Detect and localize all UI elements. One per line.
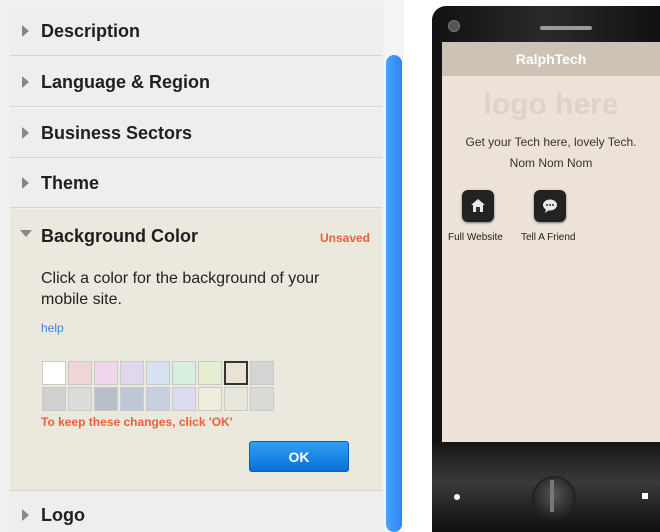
color-swatch[interactable]	[198, 387, 222, 411]
home-icon	[471, 199, 485, 212]
instruction-text: Click a color for the background of your…	[41, 270, 320, 308]
color-swatch[interactable]	[172, 387, 196, 411]
section-logo[interactable]: Logo	[10, 491, 382, 532]
section-background-color: Background Color Unsaved Click a color f…	[10, 209, 382, 491]
color-swatch[interactable]	[250, 361, 274, 385]
phone-preview: RalphTech logo here Get your Tech here, …	[432, 6, 660, 532]
section-language-region[interactable]: Language & Region	[10, 58, 382, 107]
camera-icon	[448, 20, 460, 32]
expand-arrow-icon	[22, 76, 29, 88]
expand-arrow-icon	[22, 25, 29, 37]
color-swatch[interactable]	[224, 387, 248, 411]
app-label: Full Website	[448, 232, 503, 243]
ok-button[interactable]: OK	[249, 441, 349, 472]
expand-arrow-icon	[22, 127, 29, 139]
back-key-icon[interactable]	[454, 494, 460, 500]
phone-bottom-bezel	[432, 442, 660, 532]
site-tagline: Get your Tech here, lovely Tech. Nom Nom…	[465, 135, 637, 170]
settings-panel: Description Language & Region Business S…	[0, 0, 385, 532]
section-theme[interactable]: Theme	[10, 159, 382, 208]
section-label: Theme	[41, 173, 100, 193]
section-label: Logo	[41, 505, 85, 525]
color-swatch[interactable]	[146, 361, 170, 385]
section-label: Business Sectors	[41, 123, 193, 143]
color-swatch[interactable]	[224, 361, 248, 385]
section-business-sectors[interactable]: Business Sectors	[10, 109, 382, 158]
color-swatch[interactable]	[68, 361, 92, 385]
phone-screen: RalphTech logo here Get your Tech here, …	[442, 42, 660, 442]
home-knob-icon[interactable]	[532, 476, 576, 520]
color-swatch[interactable]	[120, 387, 144, 411]
unsaved-badge: Unsaved	[319, 231, 370, 245]
color-swatch[interactable]	[120, 361, 144, 385]
color-swatch[interactable]	[198, 361, 222, 385]
color-swatch[interactable]	[94, 387, 118, 411]
section-description[interactable]: Description	[10, 7, 382, 56]
color-swatch[interactable]	[42, 361, 66, 385]
full-website-button[interactable]	[462, 190, 494, 222]
swatch-row	[42, 387, 292, 411]
knob-indicator	[550, 480, 554, 512]
scrollbar-thumb[interactable]	[386, 55, 402, 532]
collapse-arrow-icon[interactable]	[20, 230, 32, 237]
color-swatch-grid	[42, 361, 292, 413]
color-swatch[interactable]	[250, 387, 274, 411]
section-title[interactable]: Background Color	[41, 226, 198, 247]
color-swatch[interactable]	[94, 361, 118, 385]
color-swatch[interactable]	[42, 387, 66, 411]
section-label: Language & Region	[41, 72, 211, 92]
color-swatch[interactable]	[172, 361, 196, 385]
site-header: RalphTech	[442, 42, 660, 76]
menu-key-icon[interactable]	[642, 493, 648, 499]
expand-arrow-icon	[22, 509, 29, 521]
tell-a-friend-button[interactable]	[534, 190, 566, 222]
color-swatch[interactable]	[68, 387, 92, 411]
help-link[interactable]: help	[41, 321, 64, 335]
logo-placeholder: logo here	[483, 88, 619, 121]
section-label: Description	[41, 21, 141, 41]
swatch-row	[42, 361, 292, 385]
expand-arrow-icon	[22, 177, 29, 189]
keep-changes-message: To keep these changes, click 'OK'	[41, 415, 233, 429]
color-swatch[interactable]	[146, 387, 170, 411]
app-label: Tell A Friend	[521, 232, 576, 243]
speaker-grille	[540, 26, 592, 30]
chat-bubble-icon	[543, 199, 557, 213]
